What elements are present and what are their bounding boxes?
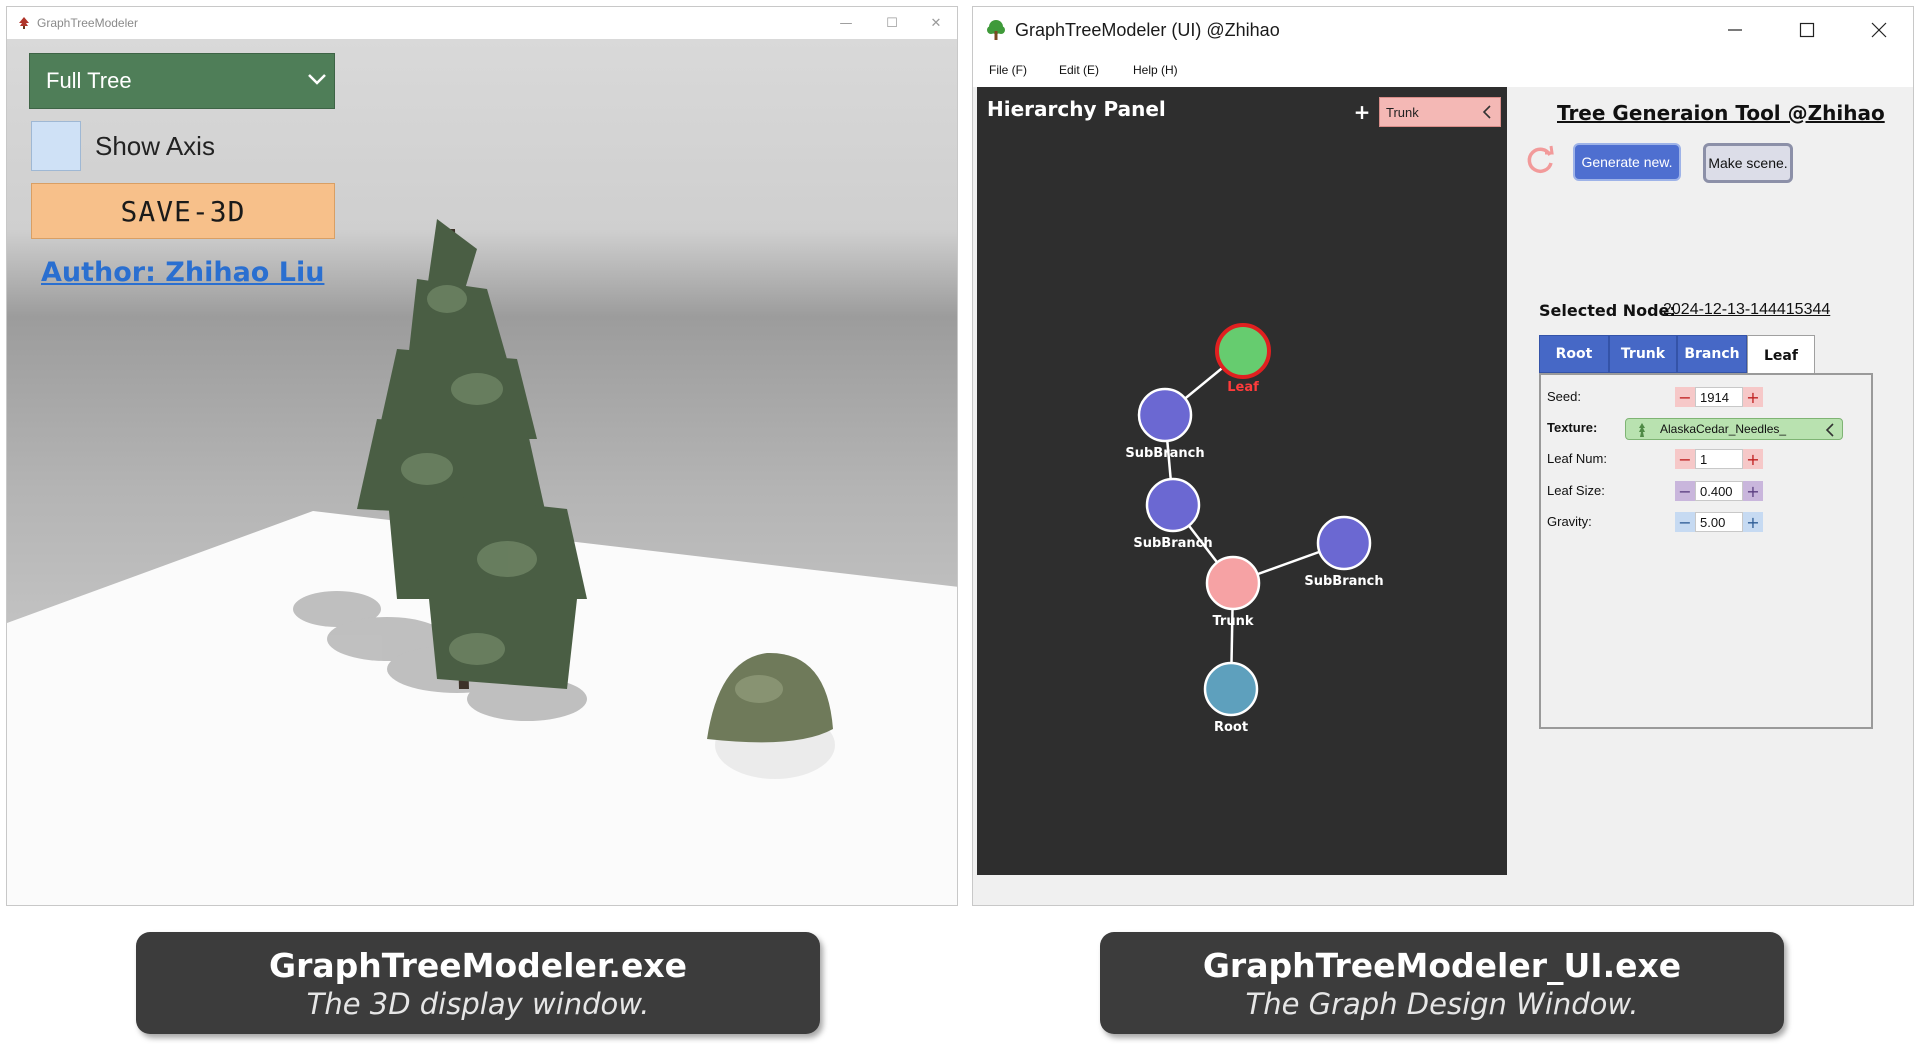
menu-edit[interactable]: Edit (E) [1059, 63, 1099, 77]
window-title: GraphTreeModeler (UI) @Zhihao [1015, 20, 1280, 40]
gravity-decrement-button[interactable]: − [1675, 512, 1695, 532]
graph-node-label: SubBranch [1125, 446, 1204, 461]
titlebar: GraphTreeModeler (UI) @Zhihao [973, 7, 1913, 53]
show-axis-label: Show Axis [95, 131, 215, 161]
node-type-select[interactable]: Trunk [1379, 97, 1501, 127]
tab-leaf[interactable]: Leaf [1747, 335, 1815, 375]
seed-input[interactable]: 1914 [1695, 387, 1743, 407]
refresh-icon[interactable] [1523, 143, 1557, 177]
leaf-texture-icon [1639, 423, 1645, 437]
node-type-value: Trunk [1386, 104, 1419, 120]
selected-node-value[interactable]: 2024-12-13-144415344 [1663, 301, 1830, 319]
3d-scene [7, 219, 957, 905]
leaf-size-input[interactable]: 0.400 [1695, 481, 1743, 501]
tree-app-icon [987, 20, 1005, 40]
window-title: GraphTreeModeler [37, 16, 138, 30]
caption-subtitle: The Graph Design Window. [1245, 986, 1639, 1021]
leaf-size-label: Leaf Size: [1547, 483, 1605, 498]
graph-node-label: Trunk [1212, 614, 1253, 629]
graph-node-label: Root [1214, 720, 1248, 735]
make-scene-button[interactable]: Make scene. [1703, 143, 1793, 183]
menu-bar: File (F) Edit (E) Help (H) [973, 53, 1913, 87]
leaf-num-increment-button[interactable]: + [1743, 449, 1763, 469]
graph-node-leaf[interactable] [1215, 323, 1271, 379]
maximize-icon[interactable] [1771, 7, 1843, 53]
window-3d-display: GraphTreeModeler — ☐ ✕ Full Tree Show Ax… [6, 6, 958, 906]
graph-node-label: SubBranch [1304, 574, 1383, 589]
titlebar: GraphTreeModeler — ☐ ✕ [7, 7, 957, 39]
leaf-num-input[interactable]: 1 [1695, 449, 1743, 469]
seed-increment-button[interactable]: + [1743, 387, 1763, 407]
tool-title: Tree Generaion Tool @Zhihao [1557, 101, 1885, 125]
caption-title: GraphTreeModeler.exe [268, 945, 688, 985]
gravity-input[interactable]: 5.00 [1695, 512, 1743, 532]
node-graph[interactable]: Leaf SubBranch SubBranch SubBranch Trunk Root [977, 87, 1507, 875]
close-icon[interactable] [1843, 7, 1913, 53]
leaf-size-increment-button[interactable]: + [1743, 481, 1763, 501]
add-node-button[interactable]: + [1351, 100, 1373, 124]
author-link[interactable]: Author: Zhihao Liu [41, 257, 324, 288]
close-icon[interactable]: ✕ [913, 7, 957, 39]
minimize-icon[interactable] [1699, 7, 1771, 53]
gravity-increment-button[interactable]: + [1743, 512, 1763, 532]
caption-3d-window: GraphTreeModeler.exe The 3D display wind… [136, 932, 820, 1034]
graph-node-subbranch[interactable] [1316, 515, 1372, 571]
leaf-num-decrement-button[interactable]: − [1675, 449, 1695, 469]
view-mode-value: Full Tree [46, 68, 132, 93]
menu-file[interactable]: File (F) [989, 63, 1027, 77]
graph-node-root[interactable] [1203, 661, 1259, 717]
status-bar [973, 875, 1913, 905]
show-axis-checkbox[interactable] [31, 121, 81, 171]
menu-help[interactable]: Help (H) [1133, 63, 1178, 77]
view-mode-select[interactable]: Full Tree [29, 53, 335, 109]
maximize-icon[interactable]: ☐ [869, 7, 915, 39]
caption-ui-window: GraphTreeModeler_UI.exe The Graph Design… [1100, 932, 1784, 1034]
texture-value: AlaskaCedar_Needles_ [1660, 422, 1787, 436]
hierarchy-title: Hierarchy Panel [987, 97, 1166, 121]
generate-new-button[interactable]: Generate new. [1573, 143, 1681, 181]
graph-node-trunk[interactable] [1205, 555, 1261, 611]
node-tabs: Root Trunk Branch Leaf [1539, 335, 1829, 375]
chevron-left-icon [1482, 105, 1491, 119]
selected-node-label: Selected Node: [1539, 301, 1676, 320]
texture-label: Texture: [1547, 420, 1598, 435]
leaf-num-label: Leaf Num: [1547, 451, 1607, 466]
graph-node-subbranch[interactable] [1137, 387, 1193, 443]
properties-panel: Seed: − 1914 + Texture: AlaskaCedar_Need… [1539, 373, 1873, 729]
minimize-icon[interactable]: — [823, 7, 869, 39]
save-3d-button[interactable]: SAVE-3D [31, 183, 335, 239]
graph-node-subbranch[interactable] [1145, 477, 1201, 533]
window-graph-design: GraphTreeModeler (UI) @Zhihao File (F) E… [972, 6, 1914, 906]
tab-branch[interactable]: Branch [1677, 335, 1747, 373]
graph-nodes: Leaf SubBranch SubBranch SubBranch Trunk Root [1125, 323, 1384, 735]
chevron-left-icon [1825, 423, 1834, 437]
seed-label: Seed: [1547, 389, 1581, 404]
texture-select[interactable]: AlaskaCedar_Needles_ [1625, 418, 1843, 440]
caption-title: GraphTreeModeler_UI.exe [1202, 945, 1682, 985]
leaf-size-decrement-button[interactable]: − [1675, 481, 1695, 501]
caption-subtitle: The 3D display window. [306, 986, 650, 1021]
gravity-label: Gravity: [1547, 514, 1592, 529]
3d-viewport[interactable]: Full Tree Show Axis SAVE-3D Author: Zhih… [7, 39, 957, 905]
graph-node-label: Leaf [1227, 380, 1259, 395]
tree-app-icon [19, 17, 29, 29]
tab-trunk[interactable]: Trunk [1609, 335, 1677, 373]
chevron-down-icon [308, 74, 326, 85]
hierarchy-panel[interactable]: Leaf SubBranch SubBranch SubBranch Trunk Root… [977, 87, 1507, 875]
seed-decrement-button[interactable]: − [1675, 387, 1695, 407]
graph-node-label: SubBranch [1133, 536, 1212, 551]
tab-root[interactable]: Root [1539, 335, 1609, 373]
